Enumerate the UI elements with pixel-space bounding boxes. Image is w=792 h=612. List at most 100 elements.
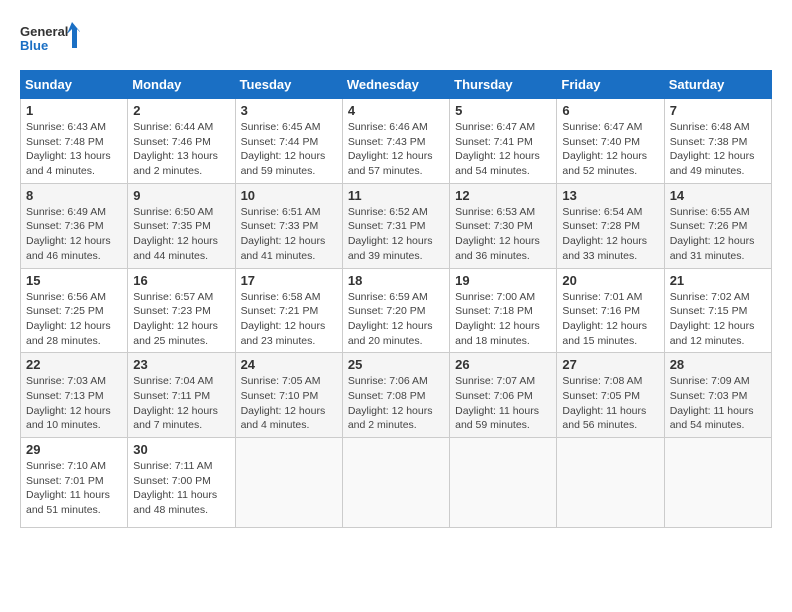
calendar-cell: 25 Sunrise: 7:06 AMSunset: 7:08 PMDayligh…	[342, 353, 449, 438]
day-info: Sunrise: 7:10 AMSunset: 7:01 PMDaylight:…	[26, 459, 122, 518]
day-info: Sunrise: 6:48 AMSunset: 7:38 PMDaylight:…	[670, 120, 766, 179]
calendar-table: SundayMondayTuesdayWednesdayThursdayFrid…	[20, 70, 772, 528]
day-info: Sunrise: 6:49 AMSunset: 7:36 PMDaylight:…	[26, 205, 122, 264]
day-number: 26	[455, 357, 551, 372]
calendar-cell: 8 Sunrise: 6:49 AMSunset: 7:36 PMDaylight…	[21, 183, 128, 268]
calendar-cell: 3 Sunrise: 6:45 AMSunset: 7:44 PMDaylight…	[235, 99, 342, 184]
day-info: Sunrise: 6:59 AMSunset: 7:20 PMDaylight:…	[348, 290, 444, 349]
day-number: 7	[670, 103, 766, 118]
weekday-header-friday: Friday	[557, 71, 664, 99]
calendar-cell: 27 Sunrise: 7:08 AMSunset: 7:05 PMDayligh…	[557, 353, 664, 438]
calendar-cell: 18Sunrise: 6:59 AMSunset: 7:20 PMDayligh…	[342, 268, 449, 353]
calendar-cell: 11Sunrise: 6:52 AMSunset: 7:31 PMDayligh…	[342, 183, 449, 268]
calendar-cell: 20 Sunrise: 7:01 AMSunset: 7:16 PMDayligh…	[557, 268, 664, 353]
week-row-1: 1 Sunrise: 6:43 AMSunset: 7:48 PMDaylight…	[21, 99, 772, 184]
calendar-cell: 24 Sunrise: 7:05 AMSunset: 7:10 PMDayligh…	[235, 353, 342, 438]
weekday-header-row: SundayMondayTuesdayWednesdayThursdayFrid…	[21, 71, 772, 99]
calendar-cell: 30 Sunrise: 7:11 AMSunset: 7:00 PMDayligh…	[128, 438, 235, 528]
calendar-cell	[664, 438, 771, 528]
weekday-header-saturday: Saturday	[664, 71, 771, 99]
day-number: 6	[562, 103, 658, 118]
day-number: 9	[133, 188, 229, 203]
day-info: Sunrise: 7:04 AMSunset: 7:11 PMDaylight:…	[133, 374, 229, 433]
calendar-cell	[235, 438, 342, 528]
svg-text:Blue: Blue	[20, 38, 48, 53]
day-info: Sunrise: 6:51 AMSunset: 7:33 PMDaylight:…	[241, 205, 337, 264]
calendar-cell: 4 Sunrise: 6:46 AMSunset: 7:43 PMDaylight…	[342, 99, 449, 184]
day-info: Sunrise: 6:53 AMSunset: 7:30 PMDaylight:…	[455, 205, 551, 264]
day-number: 14	[670, 188, 766, 203]
day-info: Sunrise: 6:46 AMSunset: 7:43 PMDaylight:…	[348, 120, 444, 179]
day-number: 28	[670, 357, 766, 372]
day-number: 19	[455, 273, 551, 288]
svg-text:General: General	[20, 24, 68, 39]
weekday-header-wednesday: Wednesday	[342, 71, 449, 99]
day-number: 24	[241, 357, 337, 372]
calendar-cell	[557, 438, 664, 528]
day-number: 13	[562, 188, 658, 203]
calendar-cell: 17 Sunrise: 6:58 AMSunset: 7:21 PMDayligh…	[235, 268, 342, 353]
day-info: Sunrise: 6:58 AMSunset: 7:21 PMDaylight:…	[241, 290, 337, 349]
day-info: Sunrise: 7:07 AMSunset: 7:06 PMDaylight:…	[455, 374, 551, 433]
calendar-cell: 16 Sunrise: 6:57 AMSunset: 7:23 PMDayligh…	[128, 268, 235, 353]
day-info: Sunrise: 6:44 AMSunset: 7:46 PMDaylight:…	[133, 120, 229, 179]
calendar-cell: 6 Sunrise: 6:47 AMSunset: 7:40 PMDaylight…	[557, 99, 664, 184]
calendar-cell: 14 Sunrise: 6:55 AMSunset: 7:26 PMDayligh…	[664, 183, 771, 268]
calendar-cell: 9 Sunrise: 6:50 AMSunset: 7:35 PMDaylight…	[128, 183, 235, 268]
day-info: Sunrise: 6:54 AMSunset: 7:28 PMDaylight:…	[562, 205, 658, 264]
calendar-cell: 28Sunrise: 7:09 AMSunset: 7:03 PMDayligh…	[664, 353, 771, 438]
week-row-3: 15 Sunrise: 6:56 AMSunset: 7:25 PMDayligh…	[21, 268, 772, 353]
day-number: 21	[670, 273, 766, 288]
calendar-cell: 2 Sunrise: 6:44 AMSunset: 7:46 PMDaylight…	[128, 99, 235, 184]
calendar-cell: 12Sunrise: 6:53 AMSunset: 7:30 PMDayligh…	[450, 183, 557, 268]
calendar-cell: 26 Sunrise: 7:07 AMSunset: 7:06 PMDayligh…	[450, 353, 557, 438]
calendar-cell: 29 Sunrise: 7:10 AMSunset: 7:01 PMDayligh…	[21, 438, 128, 528]
day-number: 15	[26, 273, 122, 288]
calendar-cell: 5 Sunrise: 6:47 AMSunset: 7:41 PMDaylight…	[450, 99, 557, 184]
day-number: 27	[562, 357, 658, 372]
calendar-cell	[342, 438, 449, 528]
calendar-cell: 15 Sunrise: 6:56 AMSunset: 7:25 PMDayligh…	[21, 268, 128, 353]
day-info: Sunrise: 7:11 AMSunset: 7:00 PMDaylight:…	[133, 459, 229, 518]
day-info: Sunrise: 7:01 AMSunset: 7:16 PMDaylight:…	[562, 290, 658, 349]
day-info: Sunrise: 7:02 AMSunset: 7:15 PMDaylight:…	[670, 290, 766, 349]
day-info: Sunrise: 6:45 AMSunset: 7:44 PMDaylight:…	[241, 120, 337, 179]
day-number: 5	[455, 103, 551, 118]
day-number: 4	[348, 103, 444, 118]
day-info: Sunrise: 7:05 AMSunset: 7:10 PMDaylight:…	[241, 374, 337, 433]
week-row-4: 22 Sunrise: 7:03 AMSunset: 7:13 PMDayligh…	[21, 353, 772, 438]
calendar-cell: 13 Sunrise: 6:54 AMSunset: 7:28 PMDayligh…	[557, 183, 664, 268]
day-number: 30	[133, 442, 229, 457]
calendar-cell: 7 Sunrise: 6:48 AMSunset: 7:38 PMDaylight…	[664, 99, 771, 184]
day-info: Sunrise: 7:03 AMSunset: 7:13 PMDaylight:…	[26, 374, 122, 433]
day-info: Sunrise: 6:47 AMSunset: 7:40 PMDaylight:…	[562, 120, 658, 179]
calendar-cell: 22 Sunrise: 7:03 AMSunset: 7:13 PMDayligh…	[21, 353, 128, 438]
calendar-cell	[450, 438, 557, 528]
day-info: Sunrise: 6:55 AMSunset: 7:26 PMDaylight:…	[670, 205, 766, 264]
day-number: 23	[133, 357, 229, 372]
day-info: Sunrise: 6:56 AMSunset: 7:25 PMDaylight:…	[26, 290, 122, 349]
day-number: 29	[26, 442, 122, 457]
day-number: 25	[348, 357, 444, 372]
day-info: Sunrise: 6:50 AMSunset: 7:35 PMDaylight:…	[133, 205, 229, 264]
day-info: Sunrise: 7:00 AMSunset: 7:18 PMDaylight:…	[455, 290, 551, 349]
day-number: 20	[562, 273, 658, 288]
calendar-cell: 23 Sunrise: 7:04 AMSunset: 7:11 PMDayligh…	[128, 353, 235, 438]
day-number: 22	[26, 357, 122, 372]
weekday-header-monday: Monday	[128, 71, 235, 99]
day-number: 2	[133, 103, 229, 118]
calendar-cell: 21 Sunrise: 7:02 AMSunset: 7:15 PMDayligh…	[664, 268, 771, 353]
day-info: Sunrise: 7:08 AMSunset: 7:05 PMDaylight:…	[562, 374, 658, 433]
day-number: 1	[26, 103, 122, 118]
weekday-header-thursday: Thursday	[450, 71, 557, 99]
day-number: 8	[26, 188, 122, 203]
day-info: Sunrise: 6:47 AMSunset: 7:41 PMDaylight:…	[455, 120, 551, 179]
day-number: 16	[133, 273, 229, 288]
day-info: Sunrise: 6:43 AMSunset: 7:48 PMDaylight:…	[26, 120, 122, 179]
day-info: Sunrise: 6:57 AMSunset: 7:23 PMDaylight:…	[133, 290, 229, 349]
day-number: 17	[241, 273, 337, 288]
day-info: Sunrise: 7:06 AMSunset: 7:08 PMDaylight:…	[348, 374, 444, 433]
weekday-header-tuesday: Tuesday	[235, 71, 342, 99]
logo-svg: General Blue	[20, 20, 80, 60]
day-number: 3	[241, 103, 337, 118]
